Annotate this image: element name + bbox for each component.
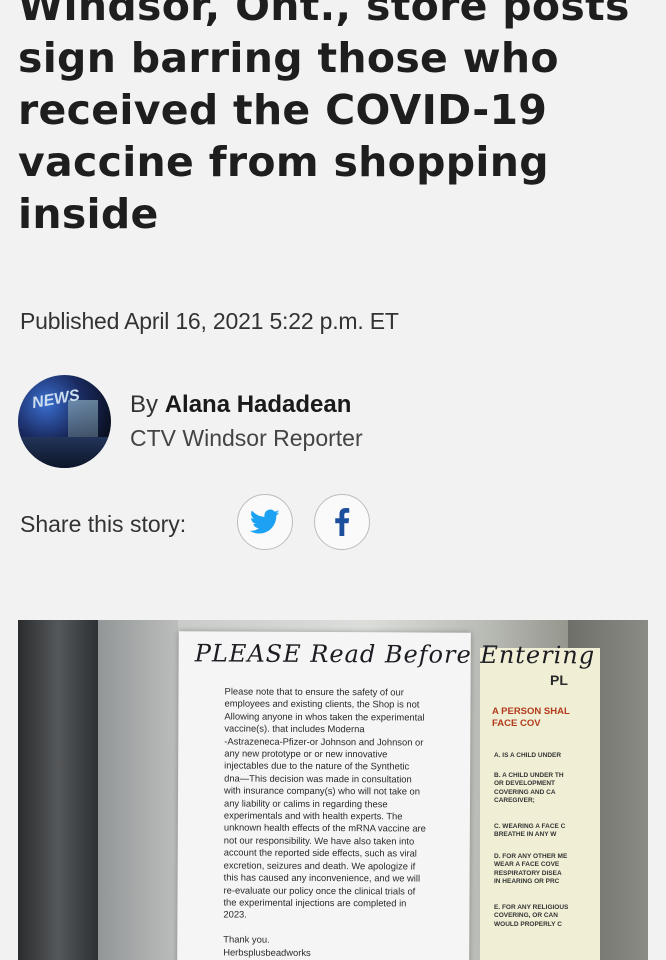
published-date: Published April 16, 2021 5:22 p.m. ET bbox=[20, 308, 399, 334]
author-name[interactable]: Alana Hadadean bbox=[165, 391, 352, 418]
side-sign-item: D. FOR ANY OTHER ME WEAR A FACE COVE RES… bbox=[494, 853, 568, 885]
side-sign-item: E. FOR ANY RELIGIOUS COVERING, OR CAN WO… bbox=[494, 904, 569, 928]
author-line: By Alana Hadadean bbox=[130, 391, 351, 419]
store-notice-sign: PLEASE Read Before Entering Please note … bbox=[177, 631, 595, 960]
share-bar: Share this story: bbox=[20, 494, 420, 552]
article-headline: Windsor, Ont., store posts sign barring … bbox=[18, 0, 630, 238]
side-sign-item: A. IS A CHILD UNDER bbox=[494, 752, 562, 759]
sign-handwritten-title: PLEASE Read Before Entering bbox=[194, 639, 596, 670]
side-sign-item: B. A CHILD UNDER TH OR DEVELOPMENT COVER… bbox=[494, 772, 564, 804]
avatar-desk bbox=[18, 437, 111, 468]
author-role: CTV Windsor Reporter bbox=[130, 425, 363, 451]
window-glass bbox=[98, 620, 178, 960]
facebook-f-icon bbox=[335, 508, 350, 536]
twitter-bird-icon bbox=[250, 509, 280, 534]
byline-prefix: By bbox=[130, 391, 159, 418]
facebook-share-button[interactable] bbox=[314, 494, 370, 550]
side-sign-heading: A PERSON SHAL FACE COV bbox=[492, 706, 570, 729]
side-sign-title: PL bbox=[550, 672, 568, 688]
twitter-share-button[interactable] bbox=[237, 494, 293, 550]
share-label: Share this story: bbox=[20, 511, 187, 537]
mask-policy-sign: PL A PERSON SHAL FACE COV A. IS A CHILD … bbox=[480, 648, 600, 960]
side-sign-item: C. WEARING A FACE C BREATHE IN ANY W bbox=[494, 823, 566, 839]
article-photo[interactable]: PL A PERSON SHAL FACE COV A. IS A CHILD … bbox=[18, 620, 648, 960]
door-frame bbox=[18, 620, 98, 960]
sign-body-text: Please note that to ensure the safety of… bbox=[223, 685, 426, 958]
author-byline: NEWS By Alana Hadadean CTV Windsor Repor… bbox=[18, 375, 638, 470]
author-avatar[interactable]: NEWS bbox=[18, 375, 111, 468]
